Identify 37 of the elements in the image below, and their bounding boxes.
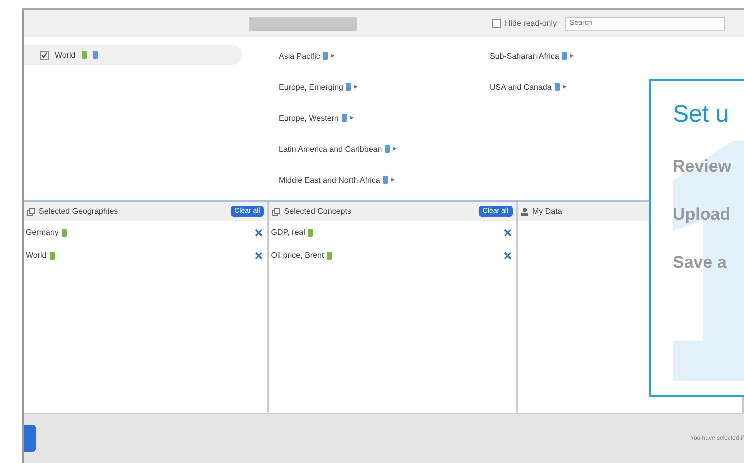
tree-item[interactable]: World <box>24 45 242 65</box>
caret-icon[interactable] <box>331 54 336 58</box>
card-title: Set u <box>673 101 730 129</box>
region-link[interactable]: Asia Pacific <box>279 52 320 60</box>
caret-icon[interactable] <box>350 116 354 120</box>
panel-title: Selected Concepts <box>284 207 352 216</box>
region-link[interactable]: Europe, Emerging <box>279 82 344 92</box>
panel-title: My Data <box>532 207 562 216</box>
remove-icon[interactable] <box>504 252 512 260</box>
region-link[interactable]: Europe, Western <box>279 114 339 122</box>
selected-item: Oil price, Brent <box>271 251 324 260</box>
caret-icon[interactable] <box>570 54 574 58</box>
hide-read-only-label[interactable]: Hide read-only <box>505 19 558 28</box>
step-text: Upload <box>673 205 732 225</box>
caret-icon[interactable] <box>393 147 398 151</box>
tree-item-label: World <box>55 50 76 60</box>
remove-icon[interactable] <box>255 228 264 236</box>
remove-icon[interactable] <box>504 228 512 236</box>
checkbox[interactable] <box>40 50 49 60</box>
user-icon <box>520 208 529 216</box>
caret-icon[interactable] <box>562 85 567 89</box>
selected-item: Germany <box>26 228 59 237</box>
step-text: Save a <box>673 253 728 273</box>
caret-icon[interactable] <box>391 178 396 182</box>
copy-icon <box>27 208 35 216</box>
copy-icon <box>272 208 280 216</box>
region-link[interactable]: Sub-Saharan Africa <box>490 52 560 60</box>
caret-icon[interactable] <box>354 85 358 89</box>
checkbox[interactable] <box>492 19 501 28</box>
selected-item: GDP, real <box>271 228 306 237</box>
selected-item: World <box>26 251 47 260</box>
region-link[interactable]: USA and Canada <box>490 82 552 92</box>
region-link[interactable]: Middle East and North Africa <box>279 176 380 184</box>
panel-title: Selected Geographies <box>39 207 118 216</box>
region-link[interactable]: Latin America and Caribbean <box>279 144 382 154</box>
remove-icon[interactable] <box>255 252 264 260</box>
step-text: Review <box>673 157 733 177</box>
